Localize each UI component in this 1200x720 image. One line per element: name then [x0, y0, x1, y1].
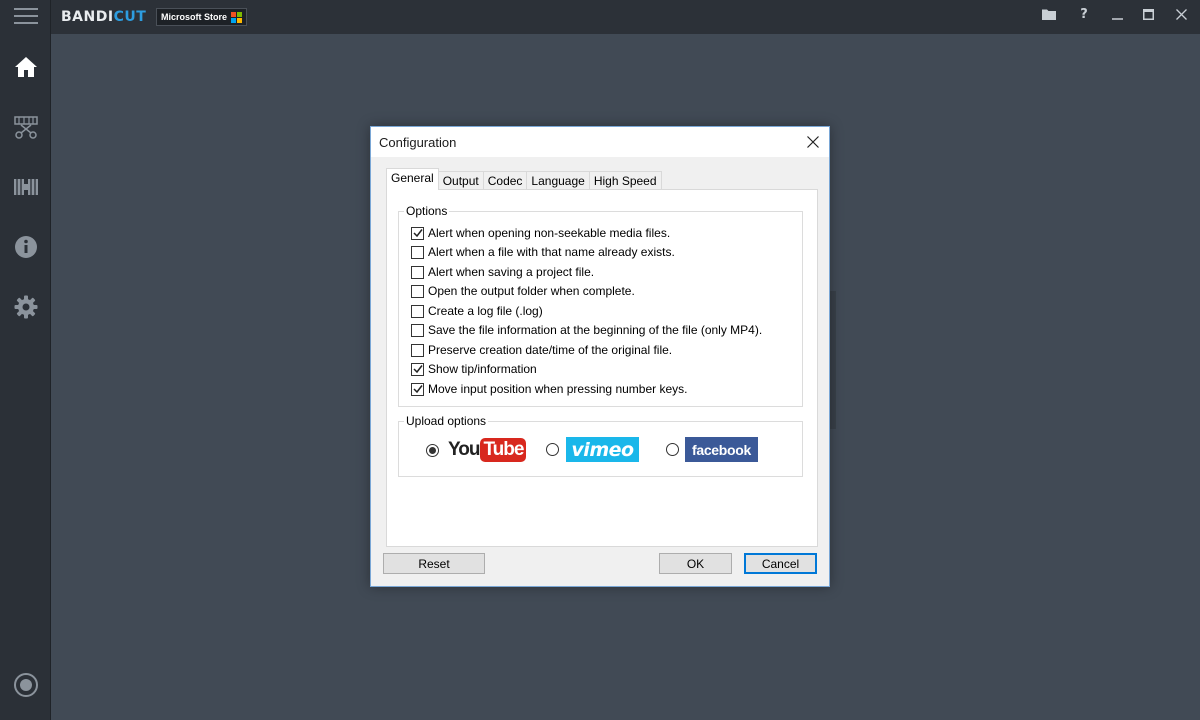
option-label: Alert when a file with that name already…	[428, 245, 675, 259]
option-label: Preserve creation date/time of the origi…	[428, 343, 673, 357]
record-icon[interactable]	[13, 672, 39, 698]
upload-youtube-option[interactable]: You Tube	[426, 437, 527, 463]
option-alert-non-seekable[interactable]: Alert when opening non-seekable media fi…	[411, 225, 670, 241]
option-alert-save-project[interactable]: Alert when saving a project file.	[411, 264, 594, 280]
background-scrollbar	[829, 291, 836, 429]
youtube-logo-you: You	[448, 439, 481, 460]
radio-button[interactable]	[546, 443, 559, 456]
dialog-close-button[interactable]	[801, 130, 825, 154]
tab-language[interactable]: Language	[526, 171, 590, 190]
brand-name-part1: BANDI	[61, 9, 114, 25]
upload-options-label: Upload options	[404, 414, 489, 428]
settings-icon[interactable]	[13, 294, 39, 320]
tab-output[interactable]: Output	[437, 171, 484, 190]
upload-facebook-option[interactable]: facebook	[666, 437, 758, 462]
folder-icon[interactable]	[1037, 4, 1061, 24]
radio-button[interactable]	[426, 443, 439, 457]
option-label: Alert when saving a project file.	[428, 265, 595, 279]
options-group: Options Alert when opening non-seekable …	[398, 204, 803, 407]
dialog-title-bar: Configuration	[371, 127, 829, 157]
option-label: Show tip/information	[428, 362, 537, 376]
tab-strip: General Output Codec Language High Speed	[386, 168, 662, 190]
option-create-log[interactable]: Create a log file (.log)	[411, 303, 543, 319]
minimize-button[interactable]	[1105, 4, 1129, 24]
option-alert-file-exists[interactable]: Alert when a file with that name already…	[411, 244, 675, 260]
home-icon[interactable]	[13, 54, 39, 80]
microsoft-store-badge: Microsoft Store	[156, 8, 248, 26]
cancel-button[interactable]: Cancel	[744, 553, 817, 574]
tab-codec[interactable]: Codec	[482, 171, 528, 190]
sidebar	[0, 0, 51, 720]
general-tab-panel: Options Alert when opening non-seekable …	[386, 189, 818, 547]
facebook-logo: facebook	[685, 437, 758, 462]
checkbox[interactable]	[411, 343, 424, 357]
checkbox[interactable]	[411, 304, 424, 318]
close-icon	[807, 136, 819, 148]
option-label: Alert when opening non-seekable media fi…	[428, 226, 671, 240]
upload-vimeo-option[interactable]: vimeo	[546, 437, 639, 462]
configuration-dialog: Configuration General Output Codec Langu…	[370, 126, 830, 587]
checkbox[interactable]	[411, 362, 424, 376]
vimeo-logo: vimeo	[566, 437, 639, 462]
checkbox[interactable]	[411, 284, 424, 298]
option-label: Move input position when pressing number…	[428, 382, 688, 396]
join-icon[interactable]	[13, 174, 39, 200]
option-preserve-date[interactable]: Preserve creation date/time of the origi…	[411, 342, 672, 358]
youtube-logo-tube: Tube	[480, 438, 527, 462]
option-open-output-folder[interactable]: Open the output folder when complete.	[411, 283, 635, 299]
option-show-tip[interactable]: Show tip/information	[411, 361, 537, 377]
help-button[interactable]: ?	[1072, 4, 1096, 24]
tab-high-speed[interactable]: High Speed	[588, 171, 662, 190]
ok-button[interactable]: OK	[659, 553, 732, 574]
radio-button[interactable]	[666, 443, 679, 456]
option-label: Create a log file (.log)	[428, 304, 543, 318]
checkbox[interactable]	[411, 265, 424, 279]
cut-icon[interactable]	[13, 114, 39, 140]
option-label: Open the output folder when complete.	[428, 284, 635, 298]
dialog-title: Configuration	[379, 135, 457, 150]
close-window-button[interactable]	[1169, 4, 1193, 24]
checkbox[interactable]	[411, 245, 424, 259]
upload-options-group: Upload options You Tube vimeo facebook	[398, 414, 803, 477]
app-logo: BANDICUT	[61, 9, 146, 25]
checkbox[interactable]	[411, 226, 424, 240]
brand-name-part2: CUT	[113, 9, 147, 25]
store-badge-label: Microsoft Store	[161, 12, 228, 22]
maximize-button[interactable]	[1136, 4, 1160, 24]
tab-general[interactable]: General	[386, 168, 439, 190]
option-save-file-info[interactable]: Save the file information at the beginni…	[411, 322, 762, 338]
microsoft-logo-icon	[231, 11, 243, 23]
options-group-label: Options	[404, 204, 450, 218]
checkbox[interactable]	[411, 382, 424, 396]
info-icon[interactable]	[13, 234, 39, 260]
reset-button[interactable]: Reset	[383, 553, 485, 574]
option-move-input-position[interactable]: Move input position when pressing number…	[411, 381, 687, 397]
option-label: Save the file information at the beginni…	[428, 323, 763, 337]
youtube-logo: You Tube	[448, 437, 527, 463]
menu-icon[interactable]	[14, 8, 38, 26]
checkbox[interactable]	[411, 323, 424, 337]
